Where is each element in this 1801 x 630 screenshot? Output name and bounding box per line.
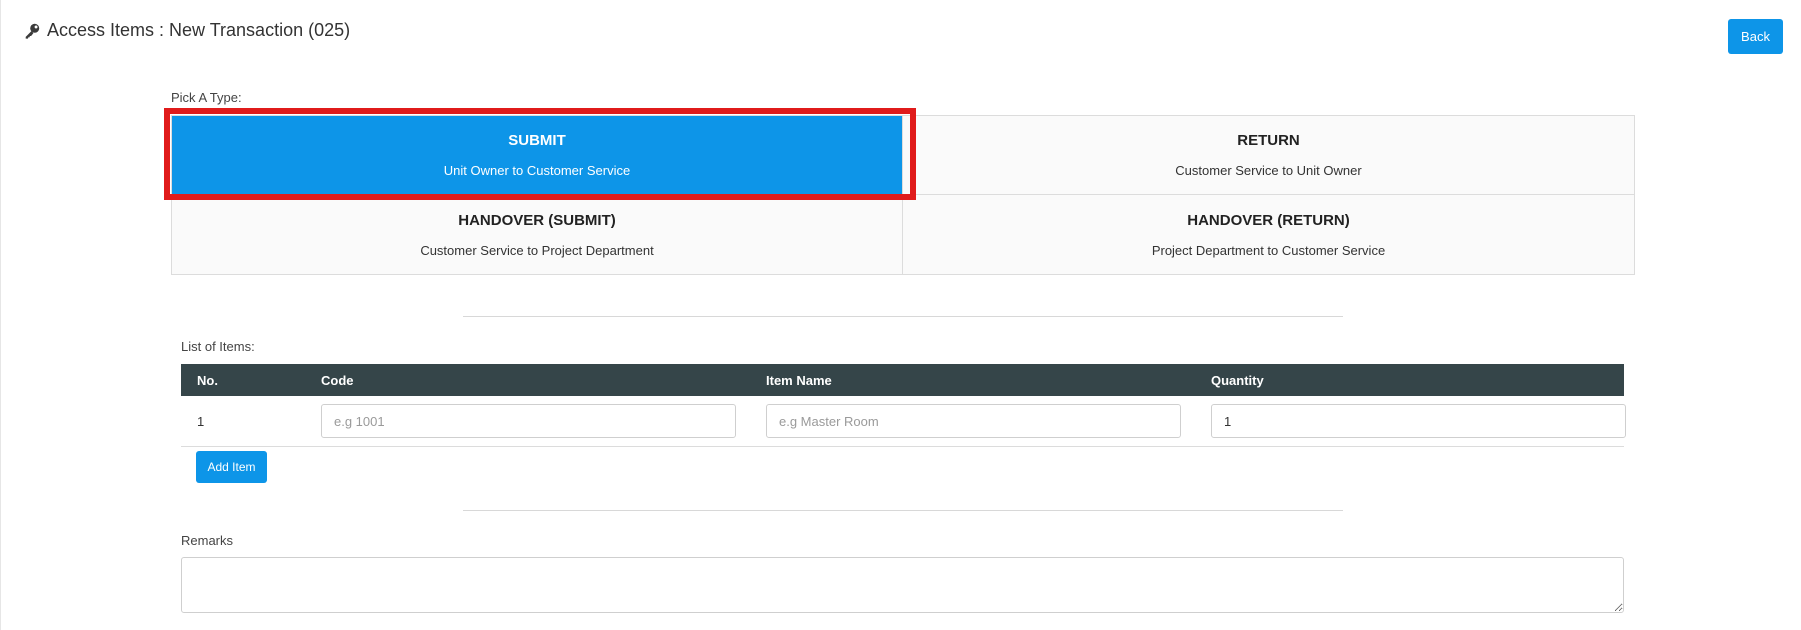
- quantity-cell: [1195, 404, 1626, 438]
- pick-type-label: Pick A Type:: [171, 90, 242, 105]
- remarks-label: Remarks: [181, 533, 234, 548]
- type-option-subtitle: Customer Service to Unit Owner: [1175, 163, 1362, 178]
- type-option-title: HANDOVER (SUBMIT): [458, 211, 616, 229]
- quantity-input[interactable]: [1211, 404, 1626, 438]
- page-title-text: Access Items : New Transaction (025): [47, 20, 351, 40]
- key-icon: [25, 23, 40, 39]
- page: Access Items : New Transaction (025) Bac…: [0, 0, 1801, 630]
- type-option-subtitle: Project Department to Customer Service: [1151, 242, 1386, 258]
- type-option-handover-return[interactable]: HANDOVER (RETURN) Project Department to …: [903, 195, 1634, 274]
- row-number: 1: [197, 413, 205, 429]
- add-item-button[interactable]: Add Item: [196, 451, 267, 483]
- type-option-handover-submit[interactable]: HANDOVER (SUBMIT) Customer Service to Pr…: [172, 195, 903, 274]
- type-option-submit[interactable]: SUBMIT Unit Owner to Customer Service: [172, 116, 903, 195]
- type-option-subtitle: Customer Service to Project Department: [420, 242, 654, 258]
- column-header-item-name: Item Name: [766, 372, 832, 388]
- type-option-subtitle: Unit Owner to Customer Service: [443, 163, 631, 178]
- column-header-code: Code: [321, 372, 354, 388]
- items-table: No. Code Item Name Quantity 1: [181, 364, 1626, 447]
- remarks-textarea[interactable]: [181, 557, 1624, 613]
- table-row: 1: [181, 396, 1626, 447]
- type-option-return[interactable]: RETURN Customer Service to Unit Owner: [903, 116, 1634, 195]
- column-header-no: No.: [197, 372, 218, 388]
- column-header-quantity: Quantity: [1211, 372, 1264, 388]
- back-button[interactable]: Back: [1728, 19, 1783, 54]
- type-option-title: SUBMIT: [508, 132, 566, 149]
- items-list-label: List of Items:: [181, 339, 255, 354]
- type-option-title: RETURN: [1237, 132, 1300, 149]
- page-title: Access Items : New Transaction (025): [23, 20, 350, 41]
- table-header: No. Code Item Name Quantity: [181, 364, 1624, 396]
- item-name-input[interactable]: [766, 404, 1181, 438]
- type-picker: SUBMIT Unit Owner to Customer Service RE…: [171, 115, 1635, 275]
- divider: [463, 316, 1343, 317]
- item-name-cell: [750, 404, 1195, 438]
- divider: [463, 510, 1343, 511]
- code-input[interactable]: [321, 404, 736, 438]
- type-option-title: HANDOVER (RETURN): [1187, 211, 1350, 229]
- code-cell: [305, 404, 750, 438]
